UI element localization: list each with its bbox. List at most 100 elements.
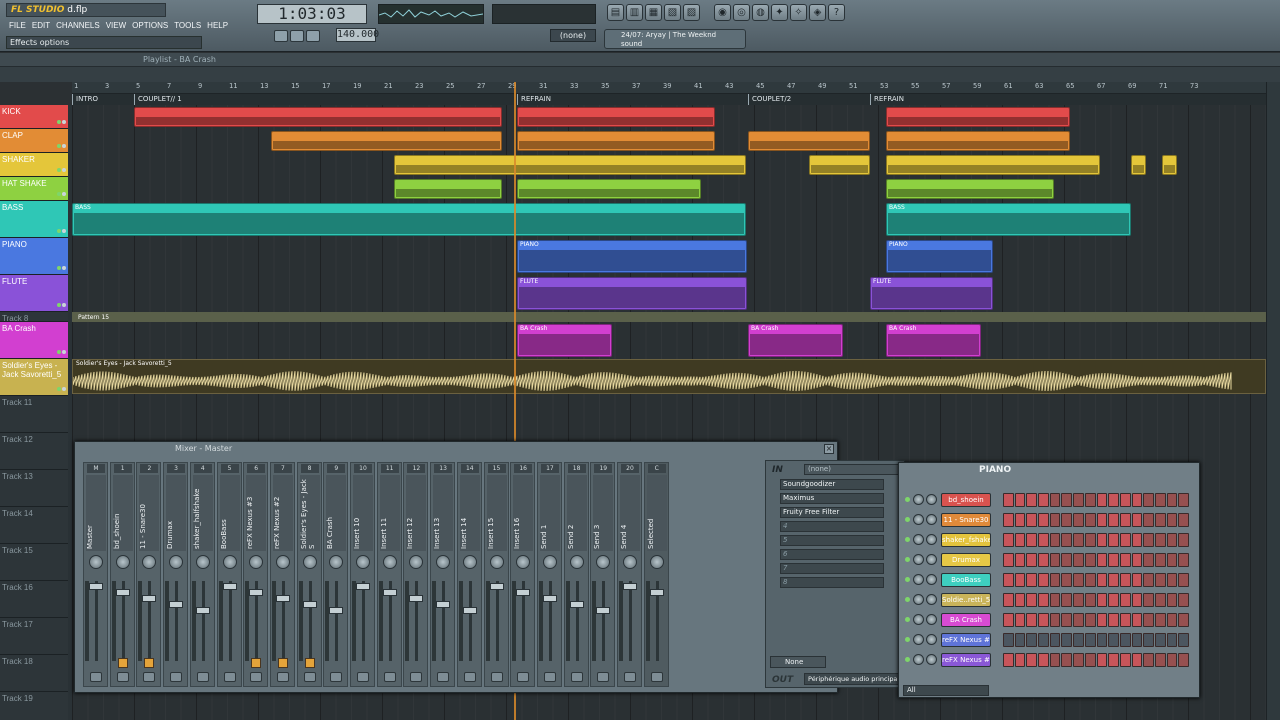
step-button[interactable] <box>1038 493 1049 507</box>
step-button[interactable] <box>1154 513 1166 527</box>
step-button[interactable] <box>1003 533 1014 547</box>
step-button[interactable] <box>1154 553 1166 567</box>
step-button[interactable] <box>1014 493 1026 507</box>
strip-button[interactable] <box>383 672 396 682</box>
pan-knob[interactable] <box>142 555 157 569</box>
step-button[interactable] <box>1178 493 1189 507</box>
mixer-strip[interactable]: 7 reFX Nexus #2 <box>269 462 295 687</box>
step-button[interactable] <box>1084 613 1096 627</box>
step-button[interactable] <box>1003 493 1014 507</box>
pattern-clip[interactable] <box>1162 155 1177 175</box>
step-button[interactable] <box>1108 513 1119 527</box>
channel-button[interactable]: reFX Nexus #2 <box>941 633 991 647</box>
section-marker[interactable]: REFRAIN <box>517 94 551 105</box>
menu-item[interactable]: FILE <box>6 19 29 33</box>
step-button[interactable] <box>1014 593 1026 607</box>
pattern-clip[interactable] <box>1131 155 1146 175</box>
volume-fader-handle[interactable] <box>569 601 584 608</box>
step-button[interactable] <box>1026 653 1038 667</box>
step-button[interactable] <box>1154 493 1166 507</box>
track-mute-icon[interactable] <box>56 387 66 393</box>
step-grid[interactable] <box>1003 493 1189 507</box>
route-led[interactable] <box>117 658 128 668</box>
step-button[interactable] <box>1049 573 1061 587</box>
volume-fader-handle[interactable] <box>596 607 611 614</box>
fx-slot[interactable]: 6 <box>780 549 884 560</box>
pattern-clip[interactable]: BASS <box>886 203 1131 236</box>
step-grid[interactable] <box>1003 633 1189 647</box>
track-header[interactable]: HAT SHAKE <box>0 177 68 201</box>
track-header[interactable]: Track 13 <box>0 470 68 507</box>
step-button[interactable] <box>1014 653 1026 667</box>
track-header[interactable]: Track 17 <box>0 618 68 655</box>
mixer-strip[interactable]: 10 Insert 10 <box>350 462 375 687</box>
volume-fader-handle[interactable] <box>382 589 397 596</box>
pattern-clip[interactable] <box>134 107 502 127</box>
strip-button[interactable] <box>517 672 530 682</box>
step-button[interactable] <box>1108 593 1119 607</box>
pan-knob[interactable] <box>542 555 557 569</box>
step-button[interactable] <box>1014 533 1026 547</box>
pan-knob[interactable] <box>356 555 370 569</box>
step-button[interactable] <box>1061 513 1073 527</box>
step-button[interactable] <box>1038 553 1049 567</box>
volume-fader-handle[interactable] <box>195 607 210 614</box>
step-button[interactable] <box>1049 633 1061 647</box>
volume-fader-handle[interactable] <box>623 583 637 590</box>
info-icon[interactable]: ◈ <box>809 4 826 21</box>
pan-knob[interactable] <box>926 514 937 525</box>
step-button[interactable] <box>1073 593 1084 607</box>
channel-led[interactable] <box>905 637 910 642</box>
step-button[interactable] <box>1084 553 1096 567</box>
step-button[interactable] <box>1178 653 1189 667</box>
volume-fader-handle[interactable] <box>89 583 103 590</box>
channel-led[interactable] <box>905 577 910 582</box>
step-button[interactable] <box>1166 533 1178 547</box>
step-button[interactable] <box>1166 493 1178 507</box>
browser-icon[interactable]: ▨ <box>683 4 700 21</box>
pause-button[interactable] <box>274 30 288 42</box>
step-button[interactable] <box>1131 613 1143 627</box>
step-button[interactable] <box>1119 553 1131 567</box>
channel-led[interactable] <box>905 497 910 502</box>
mixer-strip[interactable]: 6 reFX Nexus #3 <box>243 462 269 687</box>
step-button[interactable] <box>1038 593 1049 607</box>
strip-button[interactable] <box>543 672 556 682</box>
tempo-display[interactable]: 140.000 <box>336 28 379 42</box>
step-button[interactable] <box>1014 633 1026 647</box>
fx-slot[interactable]: 5 <box>780 535 884 546</box>
step-button[interactable] <box>1131 633 1143 647</box>
channel-button[interactable]: BooBass <box>941 573 991 587</box>
step-button[interactable] <box>1014 513 1026 527</box>
channel-row[interactable]: Soldie..retti_5 <box>905 591 1195 609</box>
step-button[interactable] <box>1049 513 1061 527</box>
volume-fader-handle[interactable] <box>115 589 130 596</box>
step-button[interactable] <box>1154 653 1166 667</box>
pattern-clip[interactable]: BA Crash <box>748 324 843 357</box>
pattern-clip[interactable] <box>517 131 715 151</box>
step-button[interactable] <box>1131 493 1143 507</box>
channel-button[interactable]: bd_shoein <box>941 493 991 507</box>
step-button[interactable] <box>1049 593 1061 607</box>
route-led[interactable] <box>277 658 288 668</box>
pattern-row[interactable]: Pattern 15 <box>72 312 1266 322</box>
step-button[interactable] <box>1073 493 1084 507</box>
strip-button[interactable] <box>410 672 423 682</box>
step-button[interactable] <box>1073 653 1084 667</box>
timeline-ruler[interactable]: 1 3 5 7 9 11 13 15 17 19 21 23 25 27 29 31 33 35 37 39 41 43 4… <box>72 82 1266 94</box>
pan-knob[interactable] <box>275 555 290 569</box>
volume-knob[interactable] <box>913 594 924 605</box>
step-button[interactable] <box>1131 533 1143 547</box>
pan-knob[interactable] <box>169 555 184 569</box>
volume-fader-handle[interactable] <box>275 595 290 602</box>
tools-icon[interactable]: ✦ <box>771 4 788 21</box>
menu-item[interactable]: VIEW <box>103 19 129 33</box>
track-header[interactable]: BA Crash <box>0 322 68 359</box>
step-button[interactable] <box>1178 513 1189 527</box>
step-button[interactable] <box>1154 573 1166 587</box>
volume-knob[interactable] <box>913 654 924 665</box>
step-button[interactable] <box>1026 633 1038 647</box>
step-button[interactable] <box>1073 533 1084 547</box>
step-grid[interactable] <box>1003 653 1189 667</box>
step-button[interactable] <box>1108 653 1119 667</box>
